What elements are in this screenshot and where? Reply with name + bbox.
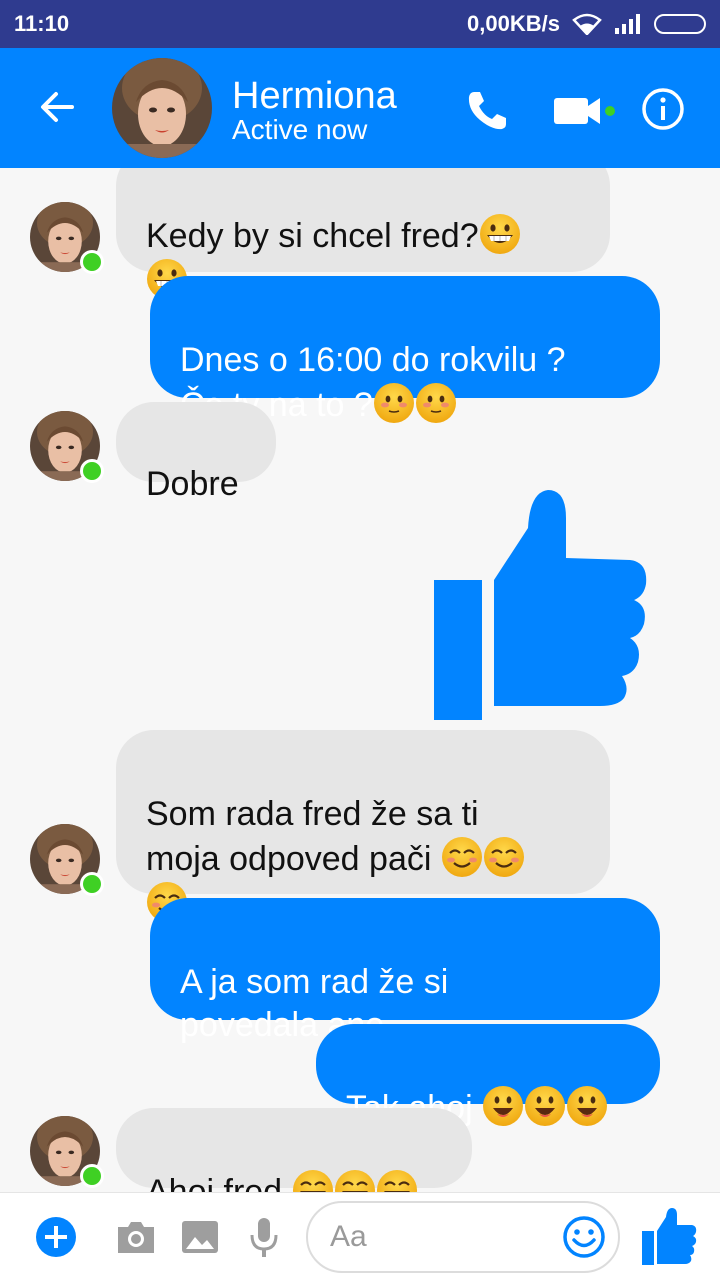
grinning-face-emoji	[479, 213, 521, 255]
message-list[interactable]: Kedy by si chcel fred? Dnes o 16:00 do r…	[0, 168, 720, 1192]
smiling-eyes-emoji	[483, 836, 525, 878]
microphone-icon[interactable]	[242, 1215, 286, 1259]
message-bubble-outgoing[interactable]: Dnes o 16:00 do rokvilu ? Čo ty na to ?	[150, 276, 660, 424]
status-time: 11:10	[14, 11, 70, 36]
contact-name[interactable]: Hermiona	[232, 74, 397, 118]
back-arrow-icon[interactable]	[36, 86, 78, 128]
status-indicators: 0,00KB/s	[467, 11, 706, 37]
smiling-face-emoji	[482, 1085, 524, 1127]
sender-avatar[interactable]	[30, 411, 104, 483]
smiling-face-emoji	[566, 1085, 608, 1127]
plus-icon[interactable]	[34, 1215, 78, 1259]
battery-icon	[654, 14, 706, 34]
message-bubble-incoming[interactable]: Som rada fred že sa ti moja odpoved pači	[116, 730, 610, 894]
camera-icon[interactable]	[114, 1215, 158, 1259]
video-camera-icon[interactable]	[552, 90, 616, 130]
message-text: Dnes o 16:00 do rokvilu ?	[180, 341, 566, 379]
message-composer	[0, 1192, 720, 1280]
online-indicator	[80, 1164, 104, 1188]
message-text: Dobre	[146, 465, 239, 503]
conversation-header: Hermiona Active now	[0, 48, 720, 168]
wifi-icon	[572, 13, 602, 35]
message-text: moja odpoved pači	[146, 840, 441, 878]
message-bubble-incoming[interactable]: Dobre	[116, 402, 276, 503]
smiling-face-emoji	[524, 1085, 566, 1127]
beaming-face-emoji	[292, 1169, 334, 1192]
message-text: Ahoj fred	[146, 1173, 292, 1192]
phone-icon[interactable]	[464, 88, 510, 134]
message-input-container[interactable]	[306, 1201, 620, 1273]
contact-avatar[interactable]	[112, 58, 212, 158]
emoji-icon[interactable]	[562, 1215, 606, 1259]
online-indicator	[80, 872, 104, 896]
beaming-face-emoji	[376, 1169, 418, 1192]
online-indicator	[80, 459, 104, 483]
contact-status: Active now	[232, 114, 368, 145]
message-text: Kedy by si chcel fred?	[146, 217, 479, 255]
smiling-eyes-emoji	[441, 836, 483, 878]
blushing-face-emoji	[415, 382, 457, 424]
message-text: A ja som rad že si	[180, 963, 449, 1001]
message-bubble-incoming[interactable]: Ahoj fred	[116, 1108, 472, 1192]
image-icon[interactable]	[178, 1215, 222, 1259]
signal-icon	[615, 14, 640, 34]
message-bubble-outgoing[interactable]: A ja som rad že si povedala ano .	[150, 898, 660, 1044]
message-text: Som rada fred že sa ti	[146, 795, 479, 833]
status-bar: 11:10 0,00KB/s	[0, 0, 720, 48]
message-bubble-outgoing[interactable]: Tak ahoj	[316, 1024, 660, 1127]
message-bubble-incoming[interactable]: Kedy by si chcel fred?	[116, 168, 610, 272]
beaming-face-emoji	[334, 1169, 376, 1192]
sender-avatar[interactable]	[30, 1116, 104, 1188]
thumbs-up-icon[interactable]	[640, 1207, 698, 1267]
sender-avatar[interactable]	[30, 202, 104, 274]
network-speed: 0,00KB/s	[467, 11, 560, 36]
thumbs-up-sticker[interactable]	[430, 488, 654, 724]
blushing-face-emoji	[373, 382, 415, 424]
sender-avatar[interactable]	[30, 824, 104, 896]
message-input[interactable]	[330, 1217, 550, 1257]
online-indicator	[80, 250, 104, 274]
info-icon[interactable]	[640, 86, 686, 132]
